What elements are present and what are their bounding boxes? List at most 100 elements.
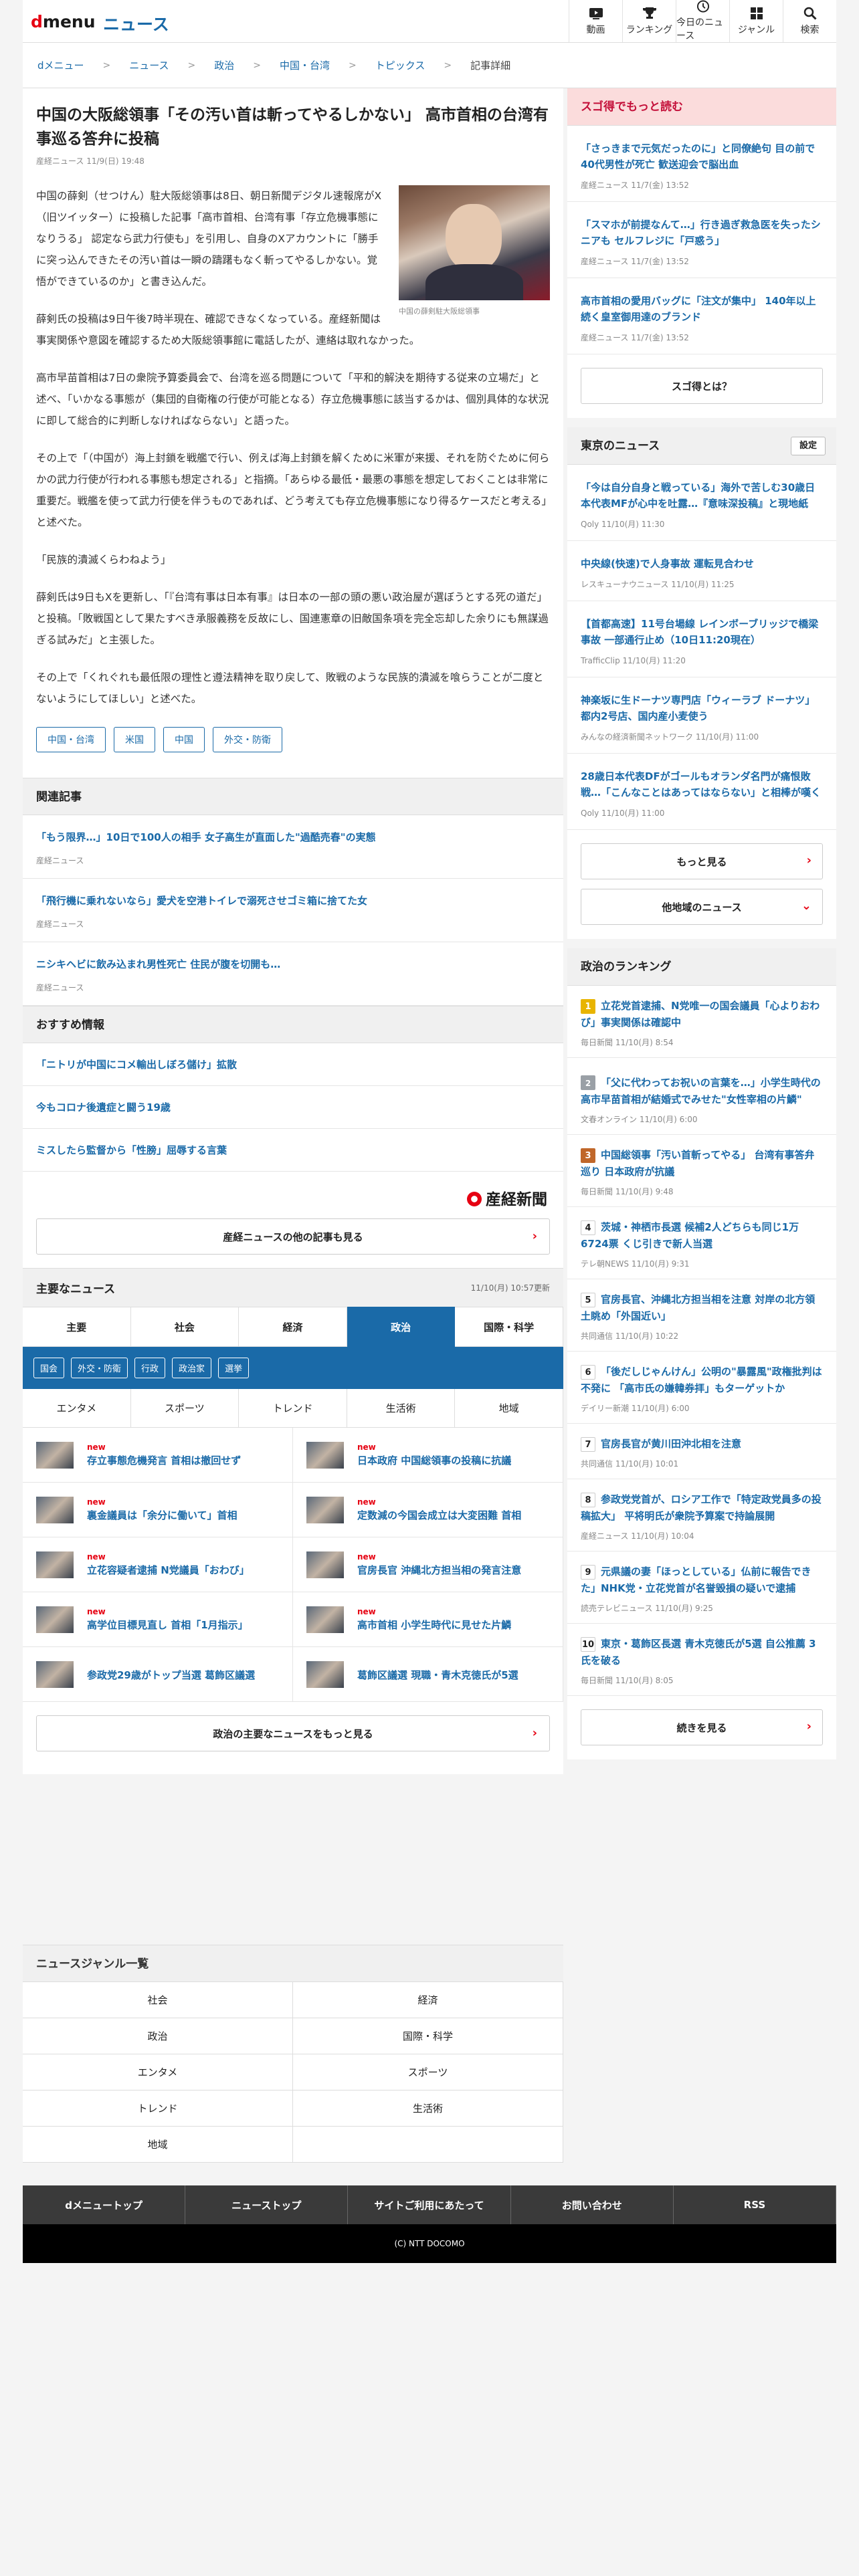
genre-politics[interactable]: 政治 bbox=[23, 2018, 293, 2054]
recommended-item[interactable]: ミスしたら監督から「性膀」屈辱する言葉 bbox=[23, 1129, 563, 1172]
tokyo-news-item[interactable]: 神楽坂に生ドーナツ専門店「ウィーラブ ドーナツ」 都内2号店、国内産小麦使う みん… bbox=[567, 677, 836, 754]
tag-usa[interactable]: 米国 bbox=[114, 727, 155, 752]
recommended-item[interactable]: 今もコロナ後遺症と闘う19歳 bbox=[23, 1086, 563, 1129]
genre-sports[interactable]: スポーツ bbox=[293, 2054, 563, 2090]
photo-caption: 中国の薛剣駐大阪総領事 bbox=[399, 307, 480, 316]
nav-search[interactable]: 検索 bbox=[783, 0, 836, 42]
sugotoku-item[interactable]: 「さっきまで元気だったのに」と同僚絶句 目の前で40代男性が死亡 歓送迎会で脳出… bbox=[567, 126, 836, 202]
sugotoku-about-button[interactable]: スゴ得とは？ bbox=[581, 368, 823, 404]
subtag-administration[interactable]: 行政 bbox=[134, 1358, 166, 1378]
subtag-diet[interactable]: 国会 bbox=[33, 1358, 65, 1378]
article-photo[interactable]: 中国の薛剣駐大阪総領事 bbox=[399, 185, 550, 316]
tokyo-news-item[interactable]: 28歳日本代表DFがゴールもオランダ名門が痛恨敗戦…「こんなことはあってはならな… bbox=[567, 754, 836, 830]
ranking-item[interactable]: 7 官房長官が黄川田沖北相を注意 共同通信 11/10(月) 10:01 bbox=[567, 1424, 836, 1479]
item-title: 「今は自分自身と戦っている」海外で苦しむ30歳日本代表MFが心中を吐露…『意味深… bbox=[581, 481, 816, 510]
footer-terms[interactable]: サイトご利用にあたって bbox=[348, 2185, 511, 2224]
tokyo-more-button[interactable]: もっと見る › bbox=[581, 843, 823, 879]
genre-society[interactable]: 社会 bbox=[23, 1982, 293, 2018]
genre-lifestyle[interactable]: 生活術 bbox=[293, 2090, 563, 2127]
genre-world-science[interactable]: 国際・科学 bbox=[293, 2018, 563, 2054]
breadcrumb-politics[interactable]: 政治 bbox=[214, 58, 234, 72]
sankei-logo[interactable]: 産経新聞 bbox=[467, 1186, 547, 1209]
subtag-diplomacy[interactable]: 外交・防衛 bbox=[71, 1358, 128, 1378]
main-news-item[interactable]: new 裏金議員は「余分に働いて」首相 bbox=[23, 1483, 293, 1537]
main-column: 中国の大阪総領事「その汚い首は斬ってやるしかない」 高市首相の台湾有事巡る答弁に… bbox=[23, 88, 563, 1774]
main-news-item[interactable]: new 高学位目標見直し 首相「1月指示」 bbox=[23, 1592, 293, 1647]
sugotoku-item[interactable]: 「スマホが前提なんて…」行き過ぎ救急医を失ったシニアも セルフレジに「戸惑う」産… bbox=[567, 202, 836, 278]
main-news-item[interactable]: new 高市首相 小学生時代に見せた片鱗 bbox=[293, 1592, 563, 1647]
nav-ranking[interactable]: ランキング bbox=[622, 0, 676, 42]
ranking-item[interactable]: 5 官房長官、沖縄北方担当相を注意 対岸の北方領土眺め「外国近い」 共同通信 11/… bbox=[567, 1279, 836, 1352]
footer-rss[interactable]: RSS bbox=[674, 2185, 837, 2224]
nav-video[interactable]: 動画 bbox=[569, 0, 622, 42]
footer-dmenu-top[interactable]: dメニュートップ bbox=[23, 2185, 186, 2224]
ranking-title: 8 参政党党首が、ロシア工作で「特定政党員多の投稿拡大」 平将明氏が衆院予算案で持… bbox=[581, 1491, 823, 1525]
subtag-election[interactable]: 選挙 bbox=[218, 1358, 250, 1378]
main-news-item[interactable]: new 立花容疑者逮捕 N党議員「おわび」 bbox=[23, 1537, 293, 1592]
footer-news-top[interactable]: ニューストップ bbox=[185, 2185, 349, 2224]
related-item[interactable]: 「もう限界…」10日で100人の相手 女子高生が直面した"過酷売春"の実態 産経ニ… bbox=[23, 815, 563, 879]
main-news-item[interactable]: new 定数減の今国会成立は大変困難 首相 bbox=[293, 1483, 563, 1537]
rank-number: 8 bbox=[581, 1493, 595, 1507]
main-news-tabs-2: エンタメ スポーツ トレンド 生活術 地域 bbox=[23, 1389, 563, 1428]
ranking-item[interactable]: 3 中国総領事「汚い首斬ってやる」 台湾有事答弁巡り 日本政府が抗議 毎日新聞 11… bbox=[567, 1135, 836, 1207]
related-item[interactable]: ニシキヘビに飲み込まれ男性死亡 住民が腹を切開も… 産経ニュース bbox=[23, 942, 563, 1006]
tab-entertainment[interactable]: エンタメ bbox=[23, 1389, 131, 1428]
main-news-item[interactable]: 参政党29歳がトップ当選 葛飾区議選 bbox=[23, 1647, 293, 1702]
ranking-item[interactable]: 4 茨城・神栖市長選 候補2人どちらも同じ1万6724票 くじ引きで新人当選 テレ朝… bbox=[567, 1207, 836, 1279]
tab-society[interactable]: 社会 bbox=[130, 1307, 240, 1347]
tokyo-news-item[interactable]: 「今は自分自身と戦っている」海外で苦しむ30歳日本代表MFが心中を吐露…『意味深… bbox=[567, 465, 836, 541]
sankei-more-button[interactable]: 産経ニュースの他の記事も見る › bbox=[36, 1218, 550, 1255]
breadcrumb-topics[interactable]: トピックス bbox=[375, 58, 425, 72]
nav-genre[interactable]: ジャンル bbox=[729, 0, 783, 42]
politics-more-button[interactable]: 政治の主要なニュースをもっと見る › bbox=[36, 1715, 550, 1751]
other-region-button[interactable]: 他地域のニュース ⌄ bbox=[581, 889, 823, 925]
tab-politics[interactable]: 政治 bbox=[347, 1307, 456, 1347]
tokyo-news-item[interactable]: 【首都高速】11号台場線 レインボーブリッジで橋梁事故 一部通行止め（10日11… bbox=[567, 601, 836, 677]
ranking-item[interactable]: 2 「父に代わってお祝いの言葉を…」小学生時代の高市早苗首相が結婚式でみせた"女性… bbox=[567, 1058, 836, 1135]
ranking-item[interactable]: 9 元県議の妻「ほっとしている」仏前に報告できた」NHK党・立花党首が名誉毀損の疑… bbox=[567, 1551, 836, 1624]
genre-trend[interactable]: トレンド bbox=[23, 2090, 293, 2127]
subtag-politicians[interactable]: 政治家 bbox=[172, 1358, 212, 1378]
tab-region[interactable]: 地域 bbox=[455, 1389, 563, 1428]
sugotoku-item[interactable]: 高市首相の愛用バッグに「注文が集中」 140年以上続く皇室御用達のブランド 産経ニ… bbox=[567, 278, 836, 354]
ranking-item[interactable]: 6 「後だしじゃんけん」公明の"暴露風"政権批判は不発に 「高市氏の嫌韓券拝」もタ… bbox=[567, 1352, 836, 1424]
main-news-item[interactable]: new 存立事態危機発言 首相は撤回せず bbox=[23, 1428, 293, 1483]
tab-sports[interactable]: スポーツ bbox=[130, 1389, 240, 1428]
tag-china[interactable]: 中国 bbox=[163, 727, 205, 752]
news-thumbnail bbox=[306, 1551, 344, 1578]
footer-contact[interactable]: お問い合わせ bbox=[511, 2185, 674, 2224]
ranking-item[interactable]: 1 立花党首逮捕、N党唯一の国会議員「心よりおわび」事実関係は確認中 毎日新聞 11… bbox=[567, 986, 836, 1058]
genre-region[interactable]: 地域 bbox=[23, 2127, 293, 2163]
nav-today[interactable]: 今日のニュース bbox=[676, 0, 729, 42]
tab-trend[interactable]: トレンド bbox=[239, 1389, 347, 1428]
main-news-item[interactable]: new 官房長官 沖縄北方担当相の発言注意 bbox=[293, 1537, 563, 1592]
genre-entertainment[interactable]: エンタメ bbox=[23, 2054, 293, 2090]
settings-button[interactable]: 設定 bbox=[790, 437, 826, 455]
tab-world-science[interactable]: 国際・科学 bbox=[455, 1307, 563, 1347]
news-logo[interactable]: ニュース bbox=[103, 11, 169, 35]
ranking-text: 「父に代わってお祝いの言葉を…」小学生時代の高市早苗首相が結婚式でみせた"女性宰… bbox=[581, 1077, 821, 1105]
ranking-more-button[interactable]: 続きを見る › bbox=[581, 1709, 823, 1745]
tab-economy[interactable]: 経済 bbox=[239, 1307, 347, 1347]
tokyo-news-item[interactable]: 中央線(快速)で人身事故 運転見合わせ レスキューナウニュース 11/10(月) … bbox=[567, 541, 836, 601]
genre-economy[interactable]: 経済 bbox=[293, 1982, 563, 2018]
ranking-source: 文春オンライン 11/10(月) 6:00 bbox=[581, 1115, 698, 1124]
main-news-item[interactable]: 葛飾区議選 現職・青木克徳氏が5選 bbox=[293, 1647, 563, 1702]
related-item[interactable]: 「飛行機に乗れないなら」愛犬を空港トイレで溺死させゴミ箱に捨てた女 産経ニュース bbox=[23, 879, 563, 942]
ranking-item[interactable]: 8 参政党党首が、ロシア工作で「特定政党員多の投稿拡大」 平将明氏が衆院予算案で持… bbox=[567, 1479, 836, 1551]
tag-china-taiwan[interactable]: 中国・台湾 bbox=[36, 727, 106, 752]
recommended-item[interactable]: 「ニトリが中国にコメ輸出しぼろ儲け」拡散 bbox=[23, 1043, 563, 1086]
ranking-item[interactable]: 10 東京・葛飾区長選 青木克徳氏が5選 自公推薦 3氏を破る 毎日新聞 11/10… bbox=[567, 1624, 836, 1696]
tag-diplomacy[interactable]: 外交・防衛 bbox=[213, 727, 282, 752]
tab-major[interactable]: 主要 bbox=[23, 1307, 131, 1347]
tab-lifestyle[interactable]: 生活術 bbox=[347, 1389, 456, 1428]
breadcrumb-news[interactable]: ニュース bbox=[129, 58, 169, 72]
main-news-item[interactable]: new 日本政府 中国総領事の投稿に抗議 bbox=[293, 1428, 563, 1483]
news-title: 高市首相 小学生時代に見せた片鱗 bbox=[357, 1619, 512, 1631]
breadcrumb-china-taiwan[interactable]: 中国・台湾 bbox=[280, 58, 330, 72]
news-title: 日本政府 中国総領事の投稿に抗議 bbox=[357, 1455, 512, 1467]
dmenu-logo[interactable]: dmenu bbox=[31, 12, 96, 31]
breadcrumb-dmenu[interactable]: dメニュー bbox=[37, 58, 84, 72]
